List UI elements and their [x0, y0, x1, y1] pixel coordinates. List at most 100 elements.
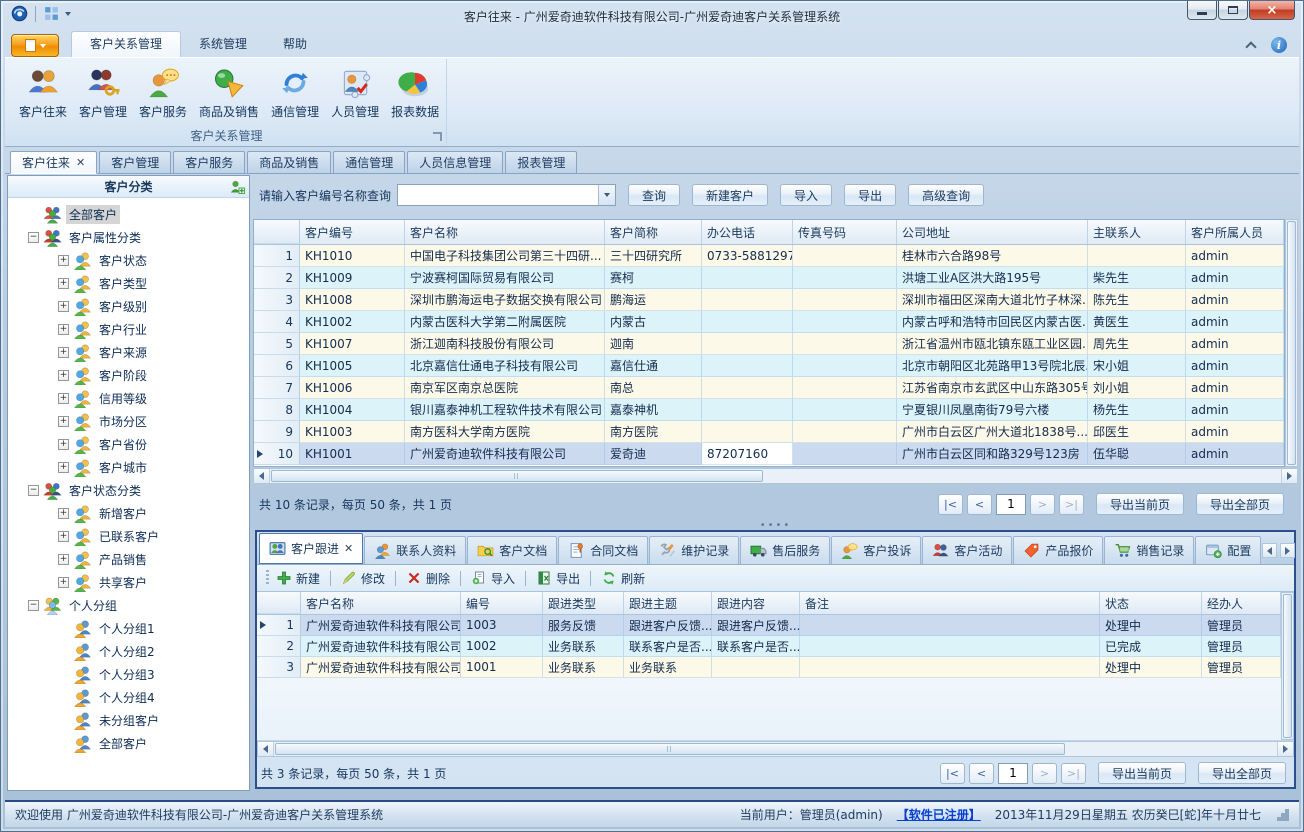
resize-grip[interactable] [1285, 809, 1289, 813]
vertical-scrollbar[interactable] [1285, 219, 1298, 467]
column-header[interactable]: 编号 [461, 592, 543, 614]
ribbon-item[interactable]: 客户往来 [13, 63, 73, 120]
ribbon-item[interactable]: 报表数据 [385, 63, 445, 120]
customer-search-input[interactable] [398, 185, 598, 205]
tree-expander-icon[interactable]: + [58, 554, 69, 565]
prev-page-button[interactable]: < [967, 494, 992, 515]
scrollbar-thumb[interactable] [271, 470, 763, 482]
tree-node[interactable]: +市场分区 [8, 410, 249, 433]
column-header[interactable]: 状态 [1100, 592, 1202, 614]
first-page-button[interactable]: |< [938, 494, 963, 515]
detail-tab[interactable]: 售后服务 [740, 536, 830, 564]
horizontal-scrollbar[interactable] [253, 468, 1298, 484]
tree-node[interactable]: 全部客户 [8, 732, 249, 755]
export-all-pages-button[interactable]: 导出全部页 [1196, 493, 1284, 515]
customer-search-combobox[interactable] [397, 184, 616, 206]
export-all-pages-button[interactable]: 导出全部页 [1198, 762, 1286, 784]
tree-node[interactable]: 个人分组4 [8, 686, 249, 709]
table-row[interactable]: 2广州爱奇迪软件科技有限公司1002业务联系联系客户是否...联系客户是否...… [257, 636, 1281, 657]
splitter-handle[interactable]: •••• [253, 522, 1298, 530]
app-menu-button[interactable] [11, 34, 59, 57]
prev-page-button[interactable]: < [969, 763, 994, 784]
table-row[interactable]: 3广州爱奇迪软件科技有限公司1001业务联系业务联系处理中管理员 [257, 657, 1281, 678]
last-page-button[interactable]: >| [1061, 763, 1086, 784]
tab-scroll-right-button[interactable] [1280, 543, 1295, 558]
tree-node[interactable]: +客户行业 [8, 318, 249, 341]
document-tab[interactable]: 客户管理 [99, 151, 171, 173]
ribbon-tab[interactable]: 客户关系管理 [71, 31, 181, 57]
scroll-left-button[interactable] [258, 742, 274, 756]
tree-node[interactable]: +已联系客户 [8, 525, 249, 548]
tree-expander-icon[interactable]: + [58, 278, 69, 289]
export-current-page-button[interactable]: 导出当前页 [1096, 493, 1184, 515]
dialog-launcher-icon[interactable] [433, 132, 442, 141]
detail-tab[interactable]: 客户投诉 [831, 536, 921, 564]
toolbar-button[interactable]: 删除 [404, 570, 452, 587]
tree-expander-icon[interactable]: − [28, 232, 39, 243]
horizontal-scrollbar[interactable] [257, 741, 1294, 757]
vertical-scrollbar[interactable] [1281, 592, 1294, 740]
tree-expander-icon[interactable]: + [58, 462, 69, 473]
column-header[interactable]: 客户名称 [301, 592, 461, 614]
detail-tab[interactable]: 配置 [1195, 536, 1261, 564]
scroll-left-button[interactable] [254, 469, 270, 483]
column-header[interactable]: 客户名称 [405, 220, 605, 244]
column-header[interactable]: 主联系人 [1088, 220, 1186, 244]
toolbar-button[interactable]: 修改 [339, 570, 387, 587]
tree-node[interactable]: +客户类型 [8, 272, 249, 295]
page-number-input[interactable] [998, 763, 1028, 784]
next-page-button[interactable]: > [1032, 763, 1057, 784]
document-tab[interactable]: 客户往来✕ [10, 151, 97, 174]
query-button[interactable]: 导入 [780, 184, 832, 206]
table-row[interactable]: 10KH1001广州爱奇迪软件科技有限公司爱奇迪87207160广州市白云区同和… [254, 443, 1284, 465]
table-row[interactable]: 1KH1010中国电子科技集团公司第三十四研...三十四研究所0733-5881… [254, 245, 1284, 267]
table-row[interactable]: 8KH1004银川嘉泰神机工程软件技术有限公司嘉泰神机宁夏银川凤凰南街79号六楼… [254, 399, 1284, 421]
toolbar-button[interactable]: 导入 [469, 570, 517, 587]
first-page-button[interactable]: |< [940, 763, 965, 784]
table-row[interactable]: 4KH1002内蒙古医科大学第二附属医院内蒙古内蒙古呼和浩特市回民区内蒙古医..… [254, 311, 1284, 333]
detail-tab[interactable]: 客户文档 [467, 536, 557, 564]
column-header[interactable]: 跟进类型 [543, 592, 624, 614]
document-tab[interactable]: 人员信息管理 [407, 151, 503, 173]
column-header[interactable]: 客户简称 [605, 220, 702, 244]
scrollbar-thumb[interactable] [1287, 221, 1296, 465]
tree-expander-icon[interactable]: + [58, 577, 69, 588]
tree-node[interactable]: +客户城市 [8, 456, 249, 479]
tree-expander-icon[interactable]: − [28, 485, 39, 496]
tree-node[interactable]: +新增客户 [8, 502, 249, 525]
document-tab[interactable]: 客户服务 [173, 151, 245, 173]
column-header[interactable]: 跟进内容 [712, 592, 800, 614]
minimize-button[interactable] [1187, 1, 1217, 20]
scroll-right-button[interactable] [1281, 469, 1297, 483]
table-row[interactable]: 5KH1007浙江迦南科技股份有限公司迦南浙江省温州市瓯北镇东瓯工业区园...周… [254, 333, 1284, 355]
tree-node[interactable]: +信用等级 [8, 387, 249, 410]
scroll-right-button[interactable] [1277, 742, 1293, 756]
table-row[interactable]: 6KH1005北京嘉信仕通电子科技有限公司嘉信仕通北京市朝阳区北苑路甲13号院北… [254, 355, 1284, 377]
registered-link[interactable]: 【软件已注册】 [897, 806, 981, 823]
ribbon-tab[interactable]: 系统管理 [181, 31, 265, 57]
toolbar-button[interactable]: 导出 [534, 570, 582, 587]
document-tab[interactable]: 通信管理 [333, 151, 405, 173]
column-header[interactable]: 客户编号 [300, 220, 405, 244]
tree-expander-icon[interactable]: + [58, 531, 69, 542]
tree-expander-icon[interactable]: + [58, 508, 69, 519]
tree-expander-icon[interactable]: + [58, 255, 69, 266]
table-row[interactable]: 1广州爱奇迪软件科技有限公司1003服务反馈跟进客户反馈...跟进客户反馈...… [257, 615, 1281, 636]
tree-node[interactable]: 个人分组1 [8, 617, 249, 640]
tree-expander-icon[interactable]: + [58, 416, 69, 427]
query-button[interactable]: 高级查询 [908, 184, 984, 206]
last-page-button[interactable]: >| [1059, 494, 1084, 515]
document-tab[interactable]: 商品及销售 [247, 151, 331, 173]
column-header[interactable]: 经办人 [1202, 592, 1281, 614]
detail-tab[interactable]: 客户活动 [922, 536, 1012, 564]
ribbon-tab[interactable]: 帮助 [265, 31, 325, 57]
tree-expander-icon[interactable]: + [58, 370, 69, 381]
tree-expander-icon[interactable]: + [58, 301, 69, 312]
tree-node[interactable]: −个人分组 [8, 594, 249, 617]
info-icon[interactable]: i [1271, 37, 1287, 53]
tab-scroll-left-button[interactable] [1262, 543, 1277, 558]
ribbon-item[interactable]: 人员管理 [325, 63, 385, 120]
tree-node[interactable]: +产品销售 [8, 548, 249, 571]
tree-node[interactable]: 未分组客户 [8, 709, 249, 732]
tree-node[interactable]: 个人分组2 [8, 640, 249, 663]
